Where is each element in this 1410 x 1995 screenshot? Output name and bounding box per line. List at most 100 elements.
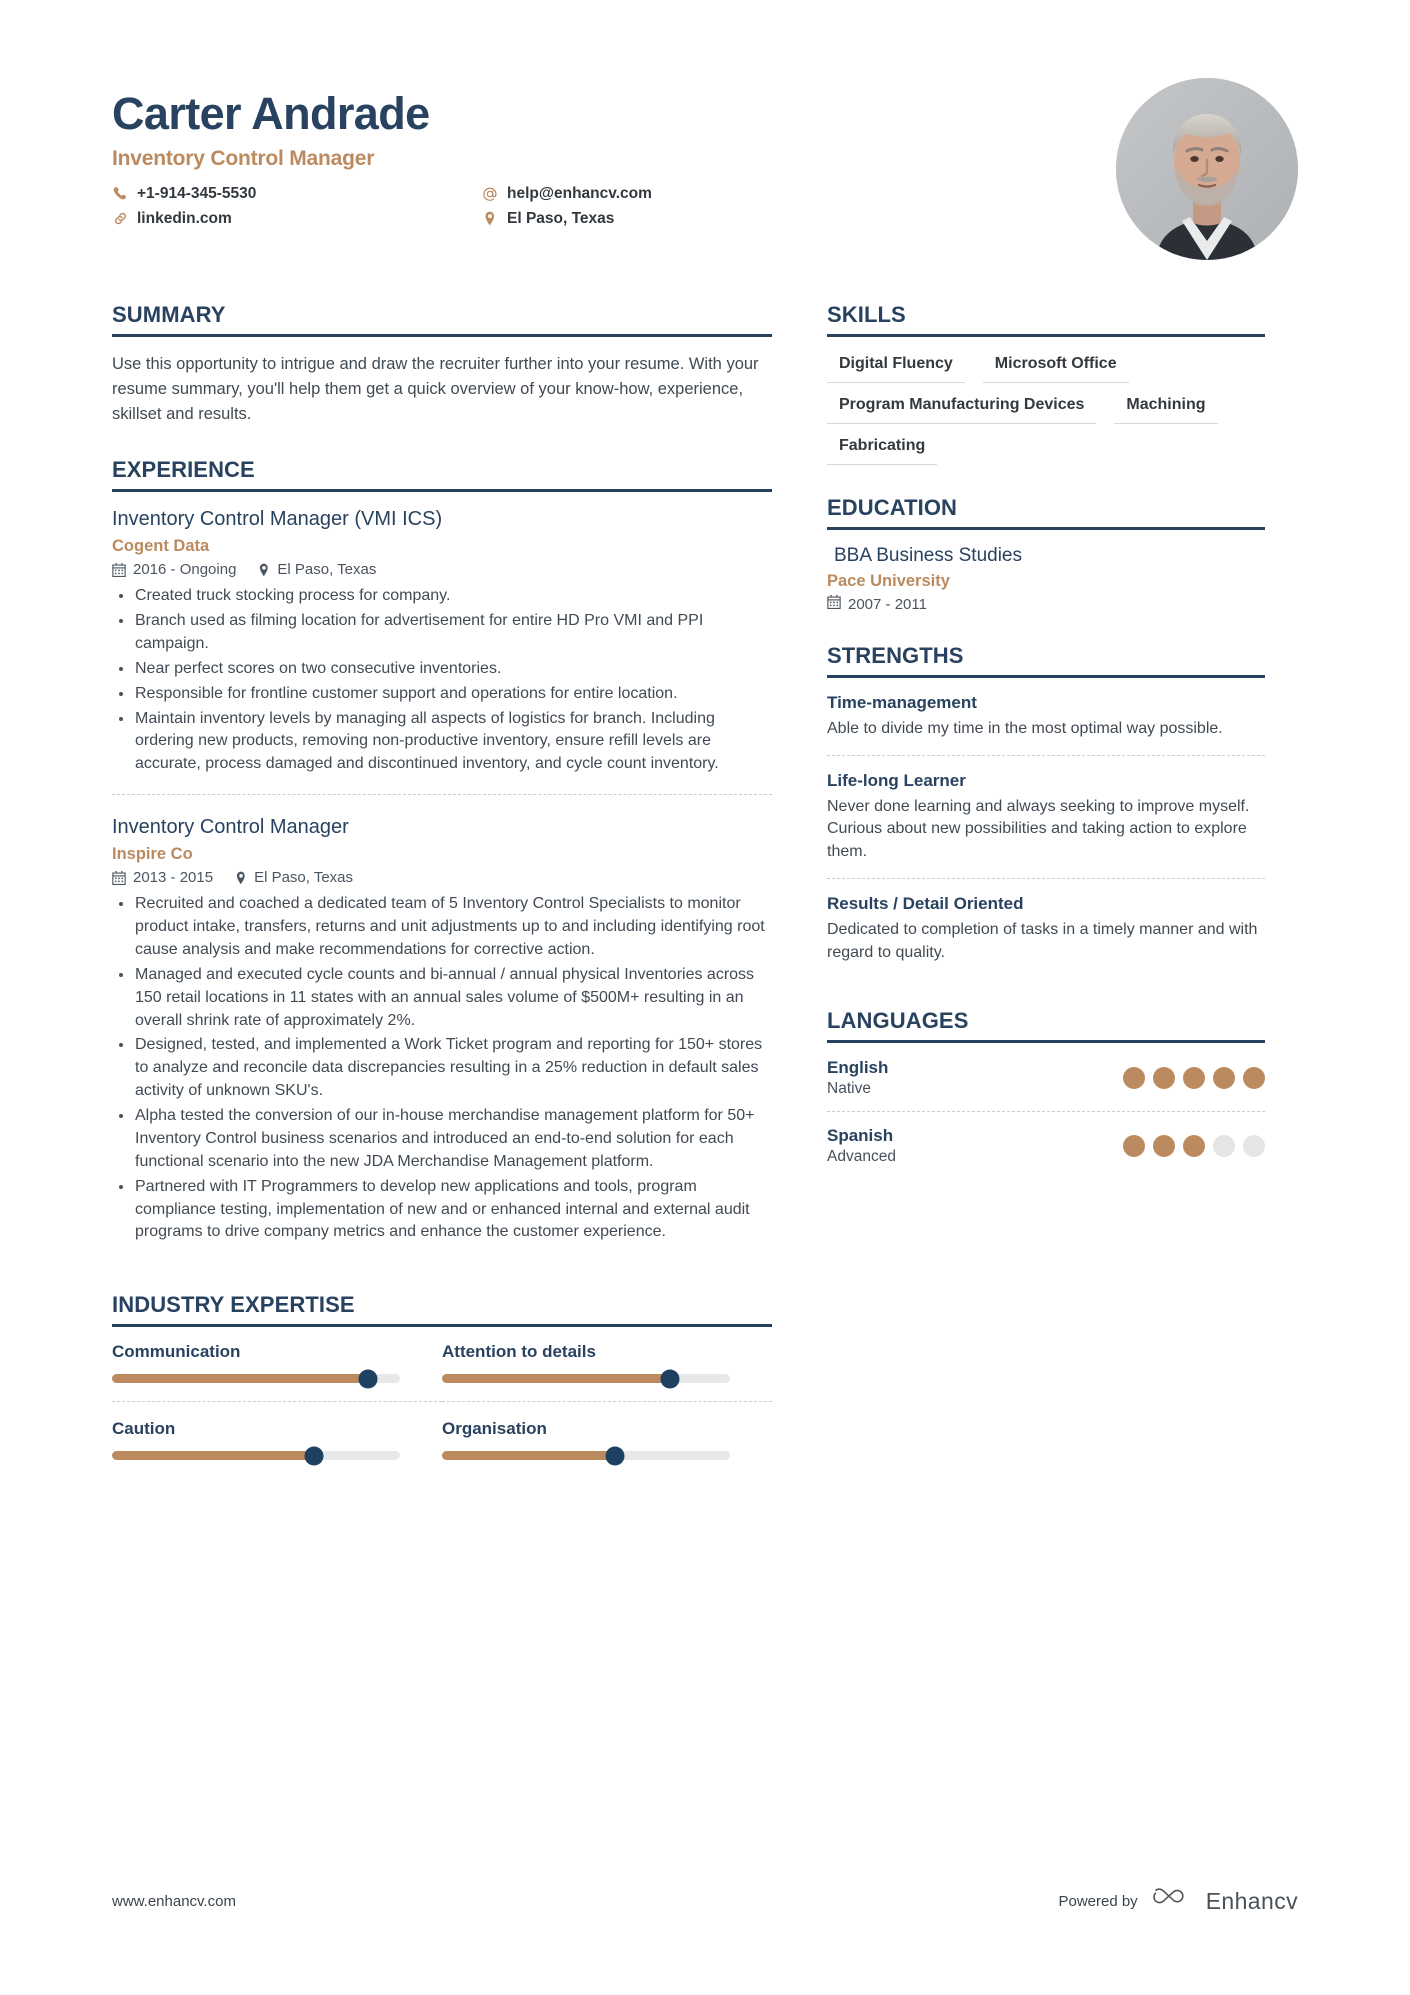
contact-email-text: help@enhancv.com: [507, 184, 652, 202]
section-industry-expertise: INDUSTRY EXPERTISE Communication Attenti…: [112, 1292, 772, 1476]
slider-knob[interactable]: [304, 1446, 324, 1466]
page-title: Carter Andrade: [112, 88, 430, 139]
job-dates: 2016 - Ongoing: [112, 561, 236, 578]
job-bullet: Managed and executed cycle counts and bi…: [112, 964, 772, 1033]
strength-description: Able to divide my time in the most optim…: [827, 720, 1223, 737]
resume-body: SUMMARY Use this opportunity to intrigue…: [0, 302, 1410, 1506]
expertise-slider[interactable]: [442, 1446, 730, 1466]
rating-dot: [1213, 1135, 1235, 1158]
slider-knob[interactable]: [660, 1369, 680, 1389]
language-item: Spanish Advanced: [827, 1111, 1265, 1179]
language-text-block: Spanish Advanced: [827, 1126, 896, 1166]
section-skills: SKILLS Digital Fluency Microsoft Office …: [827, 302, 1265, 465]
language-item: English Native: [827, 1058, 1265, 1111]
strengths-heading: STRENGTHS: [827, 643, 964, 668]
link-icon: [112, 211, 128, 226]
section-divider: [112, 334, 772, 337]
rating-dot: [1123, 1067, 1145, 1090]
expertise-slider[interactable]: [442, 1369, 730, 1389]
expertise-item-caution: Caution: [112, 1401, 442, 1476]
slider-fill: [442, 1374, 670, 1384]
strength-description: Dedicated to completion of tasks in a ti…: [827, 920, 1258, 961]
language-rating-dots: [1123, 1067, 1265, 1090]
skills-heading: SKILLS: [827, 302, 906, 327]
summary-text: Use this opportunity to intrigue and dra…: [112, 355, 759, 424]
contact-email[interactable]: help@enhancv.com: [482, 185, 652, 203]
job-dates-text: 2013 - 2015: [133, 869, 214, 887]
skills-list: Digital Fluency Microsoft Office Program…: [827, 352, 1265, 465]
slider-fill: [442, 1451, 615, 1461]
job-company: Cogent Data: [112, 537, 210, 556]
rating-dot: [1183, 1135, 1205, 1158]
slider-knob[interactable]: [358, 1369, 378, 1389]
section-education: EDUCATION BBA Business Studies Pace Univ…: [827, 495, 1265, 613]
at-icon: [482, 186, 498, 202]
section-divider: [827, 527, 1265, 530]
language-name: English: [827, 1058, 889, 1078]
contact-phone[interactable]: +1-914-345-5530: [112, 185, 482, 203]
experience-entry: Inventory Control Manager Inspire Co 201…: [112, 794, 772, 1262]
education-heading: EDUCATION: [827, 495, 958, 520]
strength-title: Time-management: [827, 693, 977, 712]
strength-item: Life-long Learner Never done learning an…: [827, 754, 1265, 878]
job-dates: 2013 - 2015: [112, 869, 213, 886]
expertise-slider[interactable]: [112, 1446, 400, 1466]
location-icon: [482, 211, 498, 226]
rating-dot: [1243, 1135, 1265, 1158]
job-bullet: Alpha tested the conversion of our in-ho…: [112, 1105, 772, 1174]
phone-icon: [112, 186, 128, 201]
header-identity-block: Carter Andrade Inventory Control Manager…: [112, 78, 1116, 228]
job-location-text: El Paso, Texas: [277, 561, 377, 579]
resume-page: Carter Andrade Inventory Control Manager…: [0, 0, 1410, 1995]
skill-chip: Microsoft Office: [982, 352, 1129, 383]
section-divider: [112, 489, 772, 493]
language-name: Spanish: [827, 1126, 894, 1146]
job-bullets: Created truck stocking process for compa…: [112, 585, 772, 776]
resume-header: Carter Andrade Inventory Control Manager…: [0, 0, 1410, 260]
job-dates-text: 2016 - Ongoing: [133, 561, 237, 579]
side-column: SKILLS Digital Fluency Microsoft Office …: [827, 302, 1265, 1209]
contact-linkedin[interactable]: linkedin.com: [112, 210, 482, 228]
rating-dot: [1243, 1067, 1265, 1090]
location-icon: [258, 563, 270, 577]
contact-location[interactable]: El Paso, Texas: [482, 210, 652, 228]
contact-location-text: El Paso, Texas: [507, 209, 615, 227]
education-dates: 2007 - 2011: [827, 595, 1265, 613]
slider-knob[interactable]: [605, 1446, 625, 1466]
language-level: Native: [827, 1080, 871, 1098]
footer-url[interactable]: www.enhancv.com: [112, 1893, 236, 1910]
language-text-block: English Native: [827, 1058, 888, 1098]
job-bullet: Branch used as filming location for adve…: [112, 610, 772, 656]
section-experience: EXPERIENCE Inventory Control Manager (VM…: [112, 457, 772, 1262]
slider-fill: [112, 1374, 369, 1384]
resume-footer: www.enhancv.com Powered by Enhancv: [112, 1886, 1298, 1917]
location-icon: [235, 871, 247, 885]
languages-heading: LANGUAGES: [827, 1008, 969, 1034]
job-company: Inspire Co: [112, 845, 193, 864]
education-dates-text: 2007 - 2011: [848, 595, 927, 613]
job-location: El Paso, Texas: [235, 869, 353, 886]
job-bullet: Created truck stocking process for compa…: [112, 585, 772, 608]
expertise-item-attention-to-details: Attention to details: [442, 1342, 772, 1399]
strength-title: Results / Detail Oriented: [827, 893, 1024, 913]
rating-dot: [1123, 1135, 1145, 1158]
contact-phone-text: +1-914-345-5530: [137, 184, 257, 202]
expertise-slider[interactable]: [112, 1369, 400, 1389]
calendar-icon: [827, 595, 841, 613]
strength-item: Time-management Able to divide my time i…: [827, 693, 1265, 755]
job-bullet: Partnered with IT Programmers to develop…: [112, 1176, 772, 1245]
expertise-label: Caution: [112, 1419, 176, 1439]
skill-chip: Digital Fluency: [827, 352, 965, 383]
expertise-label: Organisation: [442, 1419, 547, 1439]
job-meta: 2016 - Ongoing El Paso, Texas: [112, 561, 772, 578]
section-summary: SUMMARY Use this opportunity to intrigue…: [112, 302, 772, 427]
education-entry: BBA Business Studies Pace University 200…: [827, 545, 1265, 613]
job-bullet: Near perfect scores on two consecutive i…: [112, 658, 772, 681]
section-divider: [827, 334, 1265, 337]
brand-block: Enhancv: [1152, 1886, 1298, 1917]
main-column: SUMMARY Use this opportunity to intrigue…: [112, 302, 772, 1506]
rating-dot: [1153, 1135, 1175, 1158]
brand-name: Enhancv: [1205, 1888, 1298, 1914]
job-meta: 2013 - 2015 El Paso, Texas: [112, 869, 772, 886]
language-rating-dots: [1123, 1135, 1265, 1158]
